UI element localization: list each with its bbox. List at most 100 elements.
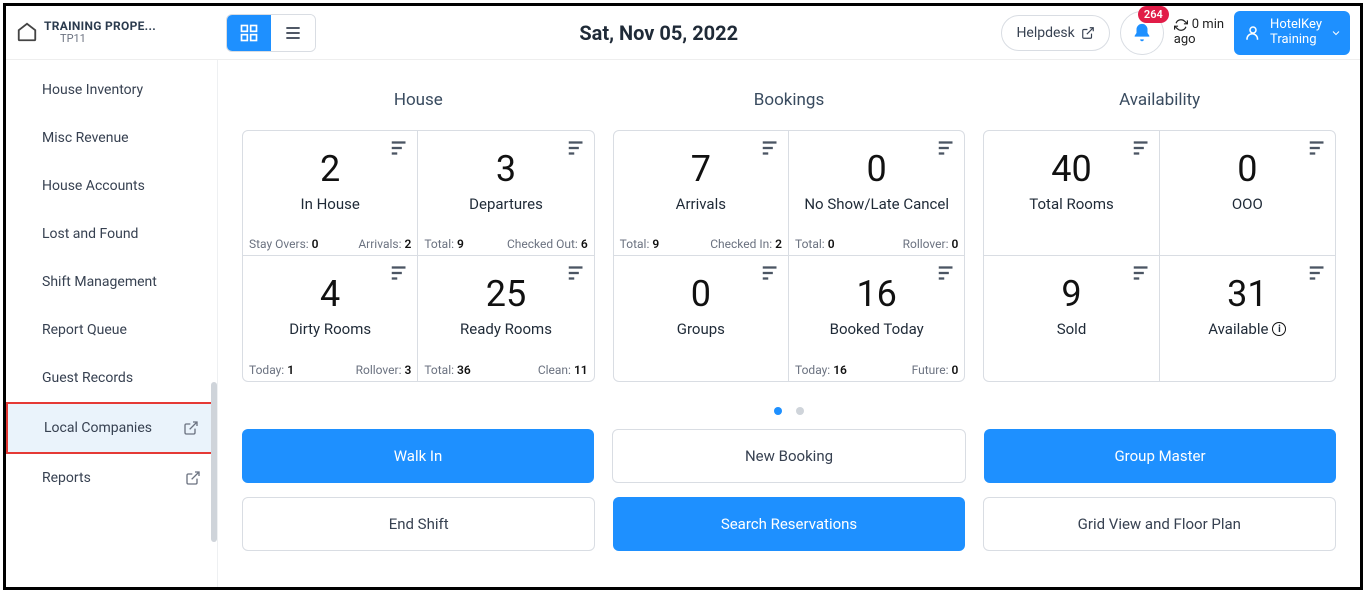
sort-icon: [566, 262, 588, 284]
stat-card-arrivals[interactable]: 7ArrivalsTotal: 9Checked In: 2: [614, 131, 789, 256]
stat-card-total-rooms[interactable]: 40 Total Rooms: [984, 131, 1159, 256]
sidebar-item-label: House Accounts: [42, 178, 145, 194]
stat-label: Departures: [469, 195, 543, 213]
stat-footer: Total: 0Rollover: 0: [795, 237, 958, 251]
stat-card-sold[interactable]: 9 Sold: [984, 256, 1159, 381]
stat-card-no-show-late-cancel[interactable]: 0 No Show/Late Cancel Total: 0Rollover: 0: [789, 131, 964, 256]
sort-icon: [1307, 137, 1329, 159]
user-icon: [1244, 24, 1262, 42]
external-link-icon: [183, 420, 199, 436]
sort-icon: [1131, 262, 1153, 284]
pager-dot-1[interactable]: [774, 407, 782, 415]
section-title: House: [242, 90, 595, 110]
stat-card-ooo[interactable]: 0OOO: [1160, 131, 1335, 256]
bell-icon: [1131, 22, 1153, 44]
stat-label: Groups: [677, 320, 725, 338]
helpdesk-label: Helpdesk: [1016, 25, 1074, 41]
sort-icon: [760, 137, 782, 159]
grid-view-and-floor-plan-button[interactable]: Grid View and Floor Plan: [983, 497, 1336, 551]
stat-label: Availablei: [1208, 320, 1286, 338]
sidebar-item-misc-revenue[interactable]: Misc Revenue: [6, 114, 217, 162]
view-toggle: [226, 14, 316, 52]
sidebar-item-lost-and-found[interactable]: Lost and Found: [6, 210, 217, 258]
section-title: Bookings: [613, 90, 966, 110]
sidebar-item-label: Report Queue: [42, 322, 127, 338]
list-view-button[interactable]: [271, 15, 315, 51]
sort-icon: [389, 262, 411, 284]
stat-footer: Total: 36Clean: 11: [424, 363, 587, 377]
refresh-icon: [1174, 18, 1188, 32]
info-icon: i: [1272, 322, 1286, 336]
stat-card-dirty-rooms[interactable]: 4Dirty RoomsToday: 1Rollover: 3: [243, 256, 418, 381]
sidebar: House Inventory Misc Revenue House Account…: [6, 60, 218, 587]
stat-label: In House: [301, 195, 360, 213]
stat-card-groups[interactable]: 0 Groups: [614, 256, 789, 381]
sidebar-item-label: Lost and Found: [42, 226, 138, 242]
sidebar-item-label: House Inventory: [42, 82, 143, 98]
sidebar-item-label: Local Companies: [44, 420, 152, 436]
new-booking-button[interactable]: New Booking: [612, 429, 966, 483]
stat-label: Total Rooms: [1029, 195, 1113, 213]
stat-value: 7: [620, 151, 782, 187]
stat-card-departures[interactable]: 3 Departures Total: 9Checked Out: 6: [418, 131, 593, 256]
sidebar-item-reports[interactable]: Reports: [6, 454, 217, 502]
notifications-button[interactable]: 264: [1120, 11, 1164, 55]
sort-icon: [936, 137, 958, 159]
stat-card-in-house[interactable]: 2 In House Stay Overs: 0Arrivals: 2: [243, 131, 418, 256]
sort-icon: [1131, 137, 1153, 159]
sync-ago: ago: [1174, 33, 1196, 48]
stat-footer: Total: 9Checked Out: 6: [424, 237, 587, 251]
stat-label: No Show/Late Cancel: [804, 195, 949, 213]
sort-icon: [760, 262, 782, 284]
helpdesk-button[interactable]: Helpdesk: [1001, 15, 1109, 51]
stat-label: Dirty Rooms: [289, 320, 371, 338]
external-link-icon: [185, 470, 201, 486]
stat-value: 3: [424, 151, 587, 187]
sidebar-item-house-inventory[interactable]: House Inventory: [6, 66, 217, 114]
chevron-down-icon: [1330, 27, 1342, 39]
sidebar-item-house-accounts[interactable]: House Accounts: [6, 162, 217, 210]
pager-dot-2[interactable]: [796, 407, 804, 415]
sync-status[interactable]: 0 min ago: [1174, 18, 1224, 48]
stat-footer: Total: 9Checked In: 2: [620, 237, 782, 251]
stat-card-ready-rooms[interactable]: 25Ready RoomsTotal: 36Clean: 11: [418, 256, 593, 381]
sidebar-item-label: Reports: [42, 470, 91, 486]
stat-value: 40: [990, 151, 1152, 187]
sort-icon: [389, 137, 411, 159]
stat-footer: Stay Overs: 0Arrivals: 2: [249, 237, 411, 251]
end-shift-button[interactable]: End Shift: [242, 497, 595, 551]
sidebar-item-label: Shift Management: [42, 274, 157, 290]
stat-value: 16: [795, 276, 958, 312]
sidebar-item-label: Misc Revenue: [42, 130, 129, 146]
house-icon: [16, 21, 38, 43]
stat-value: 9: [990, 276, 1152, 312]
current-date: Sat, Nov 05, 2022: [316, 21, 1001, 45]
grid-icon: [239, 23, 259, 43]
stat-value: 2: [249, 151, 411, 187]
stat-card-booked-today[interactable]: 16Booked TodayToday: 16Future: 0: [789, 256, 964, 381]
sort-icon: [1307, 262, 1329, 284]
stat-value: 4: [249, 276, 411, 312]
sidebar-item-guest-records[interactable]: Guest Records: [6, 354, 217, 402]
stat-value: 31: [1166, 276, 1329, 312]
sidebar-item-local-companies[interactable]: Local Companies: [6, 402, 217, 454]
sort-icon: [566, 137, 588, 159]
stat-footer: Today: 16Future: 0: [795, 363, 958, 377]
property-info[interactable]: TRAINING PROPE... TP11: [16, 20, 226, 44]
stat-value: 25: [424, 276, 587, 312]
stat-value: 0: [620, 276, 782, 312]
user-name-2: Training: [1270, 33, 1322, 47]
search-reservations-button[interactable]: Search Reservations: [613, 497, 964, 551]
pager-dots: [242, 400, 1336, 419]
stat-label: Sold: [1057, 320, 1087, 338]
grid-view-button[interactable]: [227, 15, 271, 51]
walk-in-button[interactable]: Walk In: [242, 429, 594, 483]
group-master-button[interactable]: Group Master: [984, 429, 1336, 483]
stat-value: 0: [795, 151, 958, 187]
user-menu-button[interactable]: HotelKey Training: [1234, 11, 1350, 55]
sidebar-item-report-queue[interactable]: Report Queue: [6, 306, 217, 354]
sidebar-item-shift-management[interactable]: Shift Management: [6, 258, 217, 306]
stat-card-available[interactable]: 31 Availablei: [1160, 256, 1335, 381]
sidebar-scrollbar[interactable]: [209, 60, 217, 587]
section-title: Availability: [983, 90, 1336, 110]
